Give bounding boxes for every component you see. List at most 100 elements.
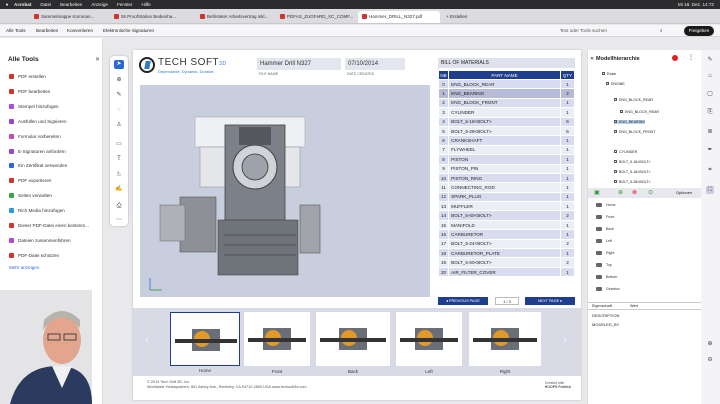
chevron-right-icon[interactable]: › bbox=[563, 332, 567, 346]
menu-fenster[interactable]: Fenster bbox=[117, 2, 133, 7]
tab-4[interactable]: PDFAS_ZUGFeRD_XC_COMF... bbox=[276, 11, 356, 23]
date-field[interactable]: 07/10/2014 bbox=[345, 58, 405, 70]
checkbox-icon[interactable] bbox=[620, 110, 623, 113]
tool-item[interactable]: PDF-Datei schützen bbox=[9, 252, 59, 258]
view-item[interactable]: Left bbox=[596, 239, 612, 243]
table-row[interactable]: 9 PISTON_PIN 1 bbox=[437, 163, 575, 174]
record-icon[interactable] bbox=[672, 55, 678, 61]
menu-hilfe[interactable]: Hilfe bbox=[142, 2, 151, 7]
share-button[interactable]: Freigeben bbox=[684, 26, 714, 36]
tree-node[interactable]: CYLINDER bbox=[614, 150, 637, 154]
menu-bearbeiten[interactable]: Bearbeiten bbox=[60, 2, 82, 7]
table-row[interactable]: 11 CONNECTING_ROD 1 bbox=[437, 182, 575, 193]
tool-item[interactable]: E-Signaturen anfordern bbox=[9, 148, 66, 154]
lasso-icon[interactable]: ◌ bbox=[114, 106, 124, 115]
table-row[interactable]: 20 AIR_FILTER_COVER 1 bbox=[437, 266, 575, 278]
tab-new[interactable]: + Erstellen bbox=[442, 11, 474, 23]
tree-node[interactable]: ENGINE bbox=[606, 82, 625, 86]
tree-node[interactable]: ENG_BEARING bbox=[614, 120, 645, 124]
table-row[interactable]: 2 ENG_BLOCK_FRONT 1 bbox=[437, 97, 575, 109]
table-row[interactable]: 18 CARBURETOR_PLATE 1 bbox=[437, 248, 575, 259]
menu-datei[interactable]: Datei bbox=[40, 2, 51, 7]
pen-icon[interactable]: ✎ bbox=[114, 91, 124, 100]
tool-item[interactable]: Dateien zusammenführen bbox=[9, 237, 71, 243]
table-row[interactable]: 0 ENG_BLOCK_REAR 1 bbox=[437, 78, 575, 90]
zoom-icon[interactable]: ⊕ bbox=[114, 76, 124, 85]
view-item[interactable]: Bottom bbox=[596, 275, 617, 279]
thumbnail-home[interactable]: Home bbox=[170, 312, 240, 373]
table-row[interactable]: 17 BOLT_5-24<BOLT> 2 bbox=[437, 238, 575, 250]
checkbox-icon[interactable] bbox=[614, 160, 617, 163]
tool-item[interactable]: Dieser PDF-Datei einen bestimm... bbox=[9, 223, 89, 228]
tags-icon[interactable]: ⌗ bbox=[706, 166, 714, 174]
thumbnail-back[interactable]: Back bbox=[316, 312, 390, 374]
tab-1[interactable]: Sammelmappe Komman... bbox=[30, 11, 108, 23]
more-icon[interactable]: ⋮ bbox=[688, 54, 694, 61]
apply-icon[interactable]: ⊙ bbox=[648, 189, 653, 196]
show-more-link[interactable]: Mehr anzeigen bbox=[9, 265, 39, 270]
bookmark-icon[interactable]: ⌂ bbox=[706, 72, 714, 80]
previous-page-button[interactable]: ◂ PREVIOUS PAGE bbox=[438, 297, 488, 305]
tool-item[interactable]: Formular vorbereiten bbox=[9, 133, 61, 139]
thumbnail-right[interactable]: Right bbox=[469, 312, 541, 374]
search-icon[interactable]: ⌕ bbox=[660, 28, 663, 33]
file-name-field[interactable]: Hammer Drill N327 bbox=[257, 58, 341, 70]
comment-icon[interactable]: ▭ bbox=[114, 140, 124, 149]
tool-item[interactable]: Rich Media hinzufügen bbox=[9, 208, 65, 214]
view-item[interactable]: Home bbox=[596, 203, 616, 207]
tree-node[interactable]: BOLT_5-28<BOLT> bbox=[614, 180, 651, 184]
tree-node[interactable]: ENG_BLOCK_REAR bbox=[614, 98, 653, 102]
tool-item[interactable]: Ein Zertifikat verwenden bbox=[9, 163, 67, 169]
checkbox-icon[interactable] bbox=[614, 180, 617, 183]
tool-item[interactable]: Ausfüllen und Signieren bbox=[9, 118, 67, 124]
print-icon[interactable]: ⎙ bbox=[114, 202, 124, 211]
table-row[interactable]: 7 FLYWHEEL 1 bbox=[437, 144, 575, 156]
checkbox-icon[interactable] bbox=[614, 150, 617, 153]
options-button[interactable]: Optionen bbox=[676, 190, 692, 195]
table-row[interactable]: 3 CYLINDER 1 bbox=[437, 107, 575, 118]
app-menu[interactable]: Acrobat bbox=[14, 2, 31, 7]
checkbox-icon[interactable] bbox=[614, 170, 617, 173]
tab-2[interactable]: 55 ProofStation Bedienha... bbox=[110, 11, 194, 23]
view-item[interactable]: Front bbox=[596, 215, 614, 219]
checkbox-icon[interactable] bbox=[614, 120, 617, 123]
view-icon[interactable]: ▣ bbox=[594, 189, 600, 196]
tool-item[interactable]: PDF exportieren bbox=[9, 178, 51, 184]
checkbox-icon[interactable] bbox=[606, 82, 609, 85]
menu-signaturen[interactable]: Elektronische Signaturen bbox=[103, 28, 154, 33]
add-view-icon[interactable]: ⊕ bbox=[618, 189, 623, 196]
comment-icon[interactable]: ✎ bbox=[706, 56, 714, 64]
checkbox-icon[interactable] bbox=[614, 130, 617, 133]
model-tree-icon[interactable]: ⛶ bbox=[706, 186, 714, 194]
tree-node[interactable]: ENG_BLOCK_FRONT bbox=[614, 130, 655, 134]
table-row[interactable]: 4 BOLT_5-18<BOLT> 6 bbox=[437, 116, 575, 127]
thumbnail-front[interactable]: Front bbox=[244, 312, 310, 374]
next-page-button[interactable]: NEXT PAGE ▸ bbox=[525, 297, 575, 305]
apple-icon[interactable]: ● bbox=[0, 2, 14, 7]
text-icon[interactable]: T bbox=[114, 155, 124, 164]
zoom-out-icon[interactable]: ⊖ bbox=[706, 356, 714, 364]
attachment-icon[interactable]: ⎘ bbox=[706, 108, 714, 116]
chevron-left-icon[interactable]: ‹ bbox=[145, 332, 149, 346]
select-icon[interactable]: ➤ bbox=[114, 60, 124, 69]
view-item[interactable]: Right bbox=[596, 251, 614, 255]
search-tools[interactable]: Text oder Tools suchen bbox=[560, 28, 607, 33]
view-item[interactable]: Gearbox bbox=[596, 287, 620, 291]
table-row[interactable]: 13 MUFFLER 1 bbox=[437, 201, 575, 212]
checkbox-icon[interactable] bbox=[614, 98, 617, 101]
tool-item[interactable]: Stempel hinzufügen bbox=[9, 103, 59, 109]
tree-node[interactable]: BOLT_5-18<BOLT> bbox=[614, 170, 651, 174]
table-row[interactable]: 12 SPARK_PLUG 1 bbox=[437, 191, 575, 203]
menu-konvertieren[interactable]: Konvertieren bbox=[67, 28, 93, 33]
table-row[interactable]: 15 MANIFOLD 1 bbox=[437, 219, 575, 231]
close-icon[interactable]: ✕ bbox=[95, 56, 100, 63]
table-row[interactable]: 10 PISTON_RING 1 bbox=[437, 172, 575, 184]
table-row[interactable]: 16 CARBURETOR 1 bbox=[437, 229, 575, 240]
signature-icon[interactable]: ✒ bbox=[706, 146, 714, 154]
checkbox-icon[interactable] bbox=[602, 72, 605, 75]
tool-item[interactable]: Seiten verwalten bbox=[9, 193, 52, 199]
menu-alle-tools[interactable]: Alle Tools bbox=[6, 28, 26, 33]
tree-node[interactable]: BOLT_5-18<BOLT> bbox=[614, 160, 651, 164]
tool-item[interactable]: PDF bearbeiten bbox=[9, 88, 50, 94]
tab-3[interactable]: Befristeter Arbeitsvertrag inkl... bbox=[196, 11, 274, 23]
